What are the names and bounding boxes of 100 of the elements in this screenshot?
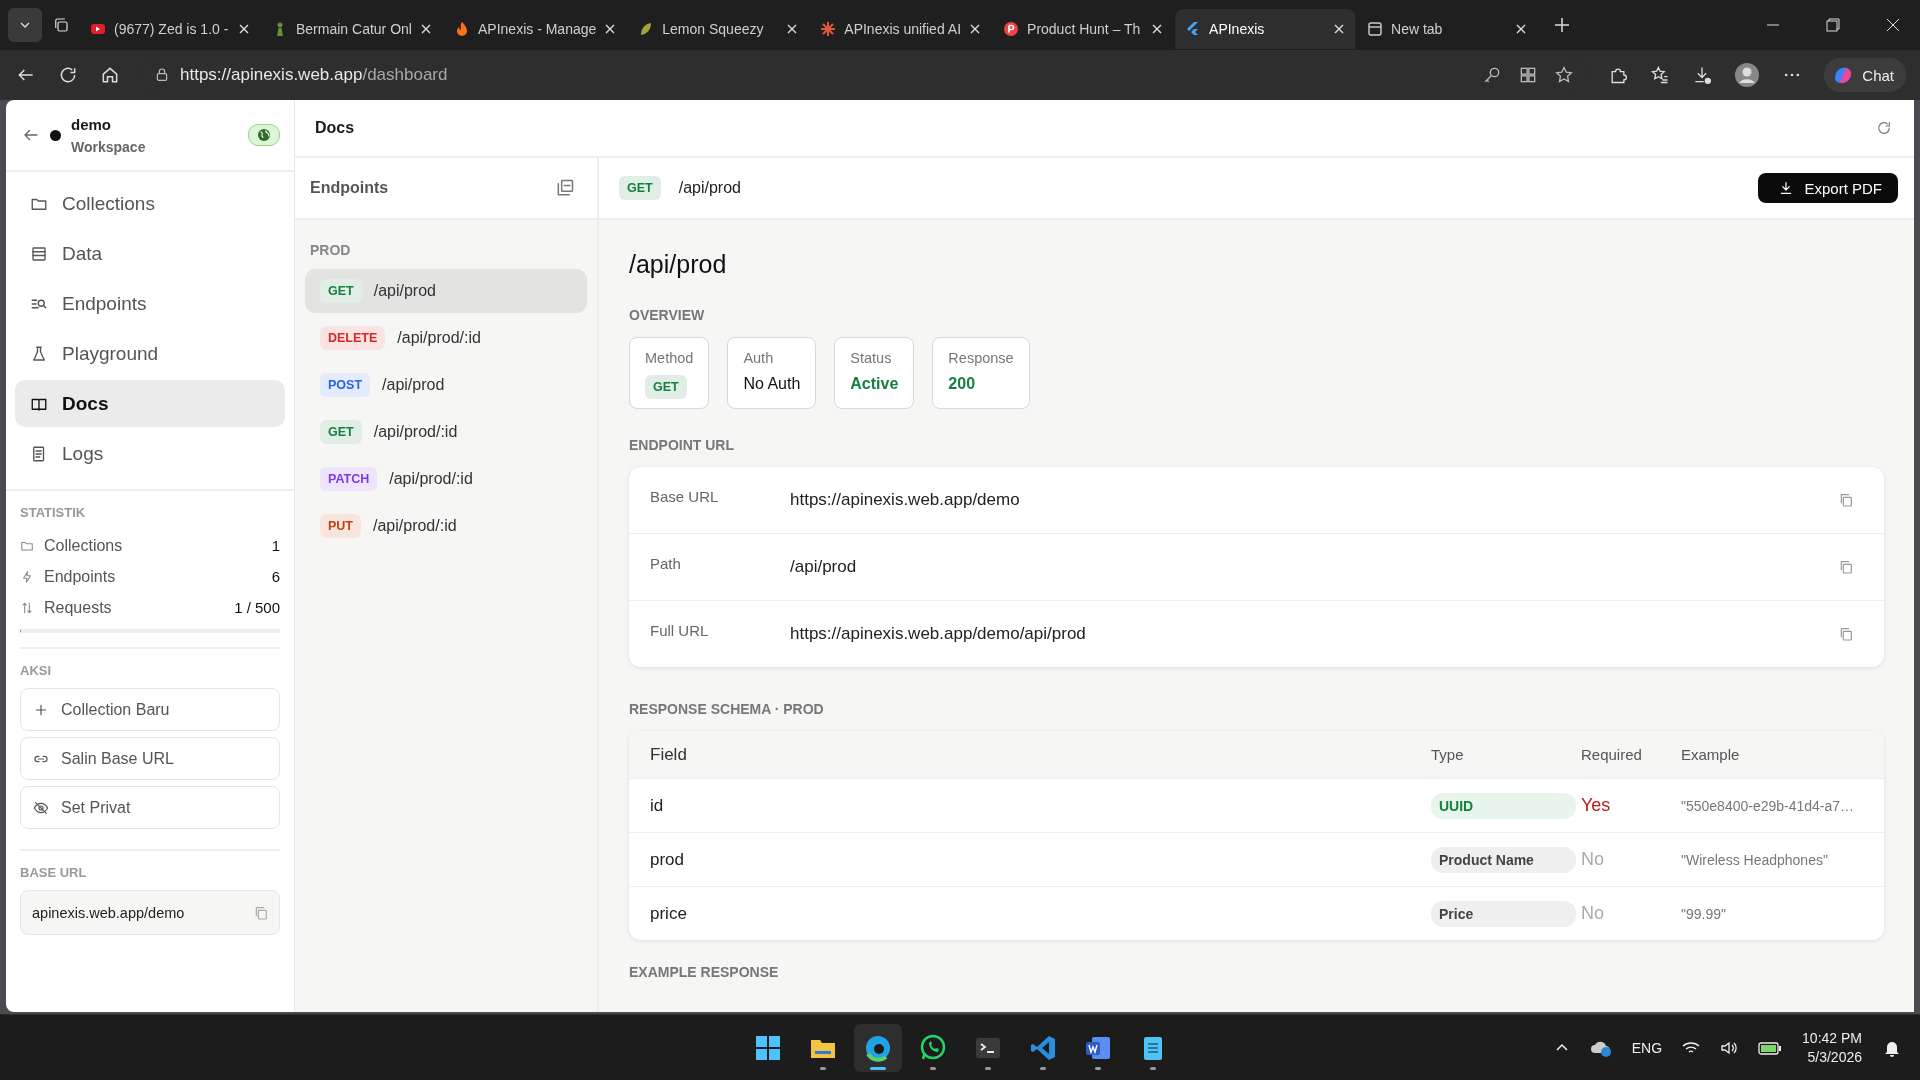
close-icon[interactable] (1886, 18, 1900, 32)
export-all-button[interactable] (555, 178, 575, 198)
example-value: "Wireless Headphones" (1681, 851, 1829, 868)
example-value: "550e8400-e29b-41d4-a7… (1681, 797, 1856, 814)
workspace-name: demo (71, 115, 112, 133)
app-icon (919, 1033, 947, 1062)
endpoint-item[interactable]: GET /api/prod (305, 269, 587, 313)
close-icon[interactable] (604, 23, 617, 35)
restore-icon[interactable] (1826, 18, 1840, 32)
close-icon[interactable] (420, 23, 432, 35)
endpoint-item[interactable]: PATCH /api/prod/:id (305, 457, 587, 501)
endpoint-item[interactable]: POST /api/prod (305, 363, 587, 407)
home-icon[interactable] (100, 65, 120, 85)
favorites-icon[interactable] (1650, 65, 1671, 85)
endpoint-path: /api/prod (373, 282, 436, 300)
action-button[interactable]: Set Privat (20, 786, 280, 829)
star-icon[interactable] (1554, 65, 1575, 85)
type-tag: Product Name (1431, 846, 1576, 873)
battery-icon[interactable] (1758, 1039, 1783, 1056)
export-pdf-button[interactable]: Export PDF (1758, 173, 1898, 203)
browser-tab[interactable]: Product Hunt – Th (993, 9, 1174, 49)
required-value: No (1581, 849, 1605, 870)
endpoint-path: /api/prod (382, 376, 445, 394)
close-icon[interactable] (1151, 23, 1164, 35)
action-button[interactable]: Salin Base URL (20, 737, 280, 780)
windows-logo-icon (754, 1033, 782, 1062)
favicon-icon (820, 21, 837, 37)
required-value: Yes (1581, 795, 1612, 816)
browser-tab[interactable]: APInexis (1175, 9, 1356, 49)
stat-label: Endpoints (44, 567, 116, 586)
close-icon[interactable] (786, 23, 799, 35)
app-icon (864, 1033, 892, 1062)
nav-item[interactable]: Data (15, 230, 285, 277)
close-icon[interactable] (238, 23, 250, 35)
copy-icon (1838, 626, 1854, 642)
endpoint-item[interactable]: GET /api/prod/:id (305, 410, 587, 454)
reload-icon[interactable] (58, 65, 78, 85)
endpoint-path: /api/prod (678, 179, 741, 197)
endpoint-item[interactable]: PUT /api/prod/:id (305, 504, 587, 548)
refresh-button[interactable] (1876, 120, 1892, 136)
lock-icon (154, 67, 170, 83)
tab-title: APInexis (1209, 21, 1266, 37)
url-text: https://apinexis.web.app/dashboard (180, 65, 448, 85)
copy-button[interactable] (1838, 559, 1854, 575)
volume-icon[interactable] (1720, 1039, 1739, 1056)
taskbar-app[interactable] (854, 1023, 902, 1072)
new-tab-icon[interactable] (1553, 16, 1572, 34)
tab-title: APInexis unified AI (844, 21, 962, 37)
browser-tab[interactable]: APInexis - Manage (444, 9, 627, 49)
nav-item[interactable]: Collections (15, 180, 285, 227)
language-indicator[interactable]: ENG (1631, 1039, 1663, 1056)
base-url-field: apinexis.web.app/demo (20, 890, 280, 935)
status-dot (50, 129, 61, 141)
nav-item[interactable]: Docs (15, 380, 285, 427)
chat-button[interactable]: Chat (1824, 58, 1906, 92)
section-title: RESPONSE SCHEMA · PROD (629, 701, 825, 717)
group-title: PROD (309, 242, 352, 258)
browser-tab[interactable]: Bermain Catur Onl (262, 9, 442, 49)
endpoint-path: /api/prod/:id (373, 423, 458, 441)
close-icon[interactable] (1333, 23, 1346, 35)
bolt-icon (20, 569, 34, 584)
favicon-icon (1367, 21, 1384, 37)
copy-button[interactable] (1838, 492, 1854, 508)
url-value: https://apinexis.web.app/demo/api/prod (790, 624, 1087, 644)
type-tag: UUID (1431, 792, 1576, 819)
tab-title: Product Hunt – Th (1027, 21, 1142, 37)
card-value: No Auth (743, 375, 801, 393)
endpoint-path: /api/prod/:id (389, 470, 473, 488)
visibility-toggle[interactable] (248, 124, 280, 146)
section-title: STATISTIK (20, 505, 87, 520)
nav-item[interactable]: Endpoints (15, 280, 285, 327)
card-value: Active (850, 375, 899, 393)
flask-icon (30, 344, 48, 363)
action-button[interactable]: Collection Baru (20, 688, 280, 731)
endpoint-item[interactable]: DELETE /api/prod/:id (305, 316, 587, 360)
url-label: Base URL (650, 487, 720, 505)
field-name: prod (650, 849, 686, 870)
browser-tab[interactable]: Lemon Squeezy (628, 9, 809, 49)
copy-button[interactable] (1838, 626, 1854, 642)
stat-label: Requests (44, 598, 112, 617)
close-icon[interactable] (969, 23, 982, 35)
close-icon[interactable] (1515, 23, 1528, 35)
table-icon (30, 244, 48, 263)
nav-item[interactable]: Logs (15, 430, 285, 477)
tab-title: (9677) Zed is 1.0 - (114, 21, 230, 37)
clock[interactable]: 10:42 PM 5/3/2026 (1802, 1030, 1862, 1065)
method-badge: PUT (320, 514, 361, 538)
stat-value: 1 (271, 537, 280, 554)
avatar-icon[interactable] (1734, 62, 1761, 88)
tab-list-button[interactable] (8, 8, 42, 42)
eye-off-icon (33, 799, 49, 816)
browser-tab[interactable]: New tab (1357, 9, 1538, 49)
favicon-icon (454, 21, 470, 37)
column-header: Type (1431, 746, 1465, 763)
browser-tab[interactable]: (9677) Zed is 1.0 - (80, 9, 260, 49)
sort-icon (20, 600, 34, 615)
download-icon[interactable] (1692, 65, 1713, 85)
browser-tab[interactable]: APInexis unified AI (810, 9, 992, 49)
nav-item[interactable]: Playground (15, 330, 285, 377)
example-value: "99.99" (1681, 905, 1727, 922)
